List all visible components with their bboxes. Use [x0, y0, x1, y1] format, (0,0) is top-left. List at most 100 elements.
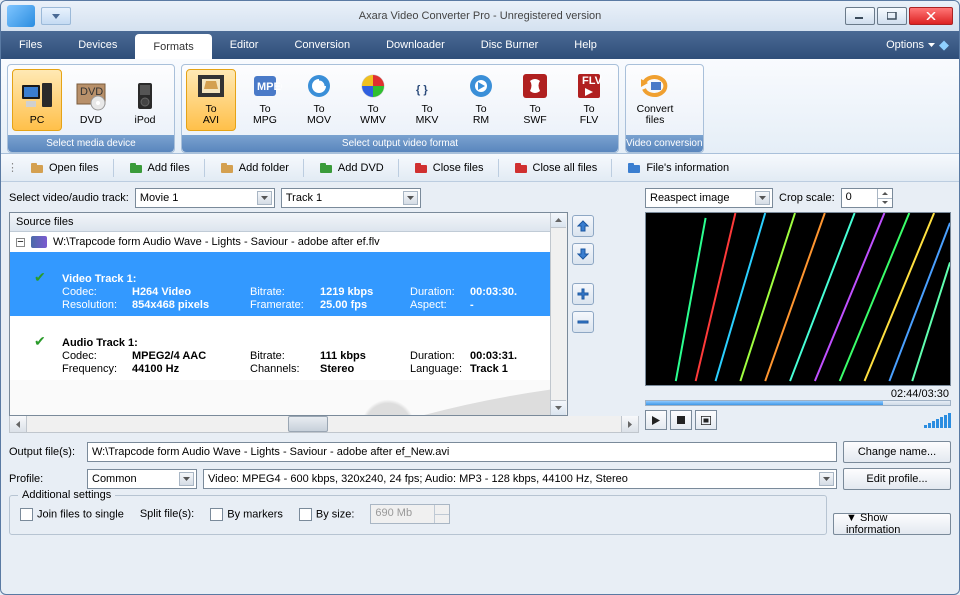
fullscreen-button[interactable]	[695, 410, 717, 430]
ribbon-to-mpg[interactable]: MPEGToMPG	[240, 69, 290, 131]
toolbar-file-s-information[interactable]: File's information	[619, 156, 736, 180]
scroll-left-button[interactable]	[10, 416, 27, 432]
add-button[interactable]	[572, 283, 594, 305]
file-row[interactable]: − W:\Trapcode form Audio Wave - Lights -…	[10, 232, 550, 252]
ribbon-to-mkv[interactable]: { }ToMKV	[402, 69, 452, 131]
vscroll-track[interactable]	[551, 228, 567, 400]
toolbar-icon	[626, 160, 642, 176]
convert-files-icon	[637, 70, 673, 102]
remove-button[interactable]	[572, 311, 594, 333]
menu-conversion[interactable]: Conversion	[276, 31, 368, 59]
minimize-button[interactable]	[845, 7, 875, 25]
crop-label: Crop scale:	[779, 192, 835, 204]
check-icon: ✔	[34, 333, 132, 350]
join-files-checkbox[interactable]: Join files to single	[20, 508, 124, 521]
ribbon-to-rm[interactable]: ToRM	[456, 69, 506, 131]
profile-desc-select[interactable]: Video: MPEG4 - 600 kbps, 320x240, 24 fps…	[203, 469, 837, 489]
toolbar-icon	[219, 160, 235, 176]
menu-disc-burner[interactable]: Disc Burner	[463, 31, 556, 59]
output-file-input[interactable]: W:\Trapcode form Audio Wave - Lights - S…	[87, 442, 837, 462]
scroll-thumb[interactable]	[288, 416, 328, 432]
size-value: 690 Mb	[371, 505, 434, 523]
ribbon-convert-files[interactable]: Convertfiles	[630, 69, 680, 131]
ribbon-dvd[interactable]: DVDDVD	[66, 69, 116, 131]
to-mpg-icon: MPEG	[247, 70, 283, 102]
menu-files[interactable]: Files	[1, 31, 60, 59]
ribbon-group-footer: Select media device	[8, 135, 174, 152]
split-label: Split file(s):	[140, 508, 194, 520]
movie-select[interactable]: Movie 1	[135, 188, 275, 208]
volume-indicator[interactable]	[924, 413, 951, 428]
audio-track-block[interactable]: ✔ Audio Track 1: Codec:MPEG2/4 AAC Bitra…	[10, 316, 550, 380]
show-information-button[interactable]: ▼ Show information	[833, 513, 951, 535]
preview-timer: 02:44/03:30	[645, 386, 951, 400]
track-select[interactable]: Track 1	[281, 188, 421, 208]
ribbon-to-wmv[interactable]: ToWMV	[348, 69, 398, 131]
move-up-button[interactable]	[572, 215, 594, 237]
ribbon-to-mov[interactable]: ToMOV	[294, 69, 344, 131]
dvd-icon: DVD	[73, 79, 109, 113]
menu-downloader[interactable]: Downloader	[368, 31, 463, 59]
preview-pane	[645, 212, 951, 386]
stop-button[interactable]	[670, 410, 692, 430]
scroll-up-button[interactable]	[551, 213, 566, 228]
crop-up-button[interactable]	[878, 189, 892, 199]
toolbar-add-folder[interactable]: Add folder	[212, 156, 296, 180]
scroll-right-button[interactable]	[621, 416, 638, 432]
ribbon-to-avi[interactable]: ToAVI	[186, 69, 236, 131]
to-flv-icon: FLV	[571, 70, 607, 102]
app-icon	[7, 5, 35, 27]
reaspect-select[interactable]: Reaspect image	[645, 188, 773, 208]
crop-value[interactable]: 0	[842, 189, 877, 207]
chevron-down-icon	[403, 191, 418, 205]
scroll-down-button[interactable]	[551, 400, 566, 415]
toolbar-close-all-files[interactable]: Close all files	[506, 156, 605, 180]
menu-editor[interactable]: Editor	[212, 31, 277, 59]
ribbon-pc[interactable]: PC	[12, 69, 62, 131]
options-menu[interactable]: Options◆	[886, 31, 959, 59]
ribbon-ipod[interactable]: iPod	[120, 69, 170, 131]
to-rm-icon	[463, 70, 499, 102]
change-name-button[interactable]: Change name...	[843, 441, 951, 463]
filmstrip-bg	[10, 380, 550, 415]
video-track-block[interactable]: ✔ Video Track 1: Codec:H264 Video Bitrat…	[10, 252, 550, 316]
progress-bar[interactable]	[645, 400, 951, 406]
move-down-button[interactable]	[572, 243, 594, 265]
profile-label: Profile:	[9, 473, 81, 485]
collapse-icon[interactable]: −	[16, 238, 25, 247]
svg-text:DVD: DVD	[80, 86, 103, 98]
ribbon-group-footer: Video conversion	[626, 135, 703, 152]
toolbar-icon	[318, 160, 334, 176]
quick-access-dropdown[interactable]	[41, 7, 71, 25]
ipod-icon	[127, 79, 163, 113]
track-select-label: Select video/audio track:	[9, 192, 129, 204]
toolbar-icon	[128, 160, 144, 176]
window-title: Axara Video Converter Pro - Unregistered…	[359, 10, 602, 22]
size-up-button	[435, 505, 449, 515]
ribbon-to-swf[interactable]: ToSWF	[510, 69, 560, 131]
profile-select[interactable]: Common	[87, 469, 197, 489]
chevron-down-icon	[755, 191, 770, 205]
ribbon-group-footer: Select output video format	[182, 135, 618, 152]
maximize-button[interactable]	[877, 7, 907, 25]
menu-help[interactable]: Help	[556, 31, 615, 59]
chevron-down-icon	[819, 472, 834, 486]
crop-down-button[interactable]	[878, 199, 892, 208]
chevron-down-icon	[179, 472, 194, 486]
menu-formats[interactable]: Formats	[135, 34, 211, 59]
film-icon	[31, 236, 47, 248]
ribbon-to-flv[interactable]: FLVToFLV	[564, 69, 614, 131]
toolbar-add-dvd[interactable]: Add DVD	[311, 156, 391, 180]
hscrollbar[interactable]	[9, 416, 639, 433]
to-avi-icon	[193, 70, 229, 102]
toolbar-open-files[interactable]: Open files	[22, 156, 106, 180]
toolbar-close-files[interactable]: Close files	[406, 156, 491, 180]
play-button[interactable]	[645, 410, 667, 430]
menu-devices[interactable]: Devices	[60, 31, 135, 59]
toolbar-add-files[interactable]: Add files	[121, 156, 197, 180]
source-files-header: Source files	[10, 213, 550, 232]
edit-profile-button[interactable]: Edit profile...	[843, 468, 951, 490]
by-markers-checkbox[interactable]: By markers	[210, 508, 283, 521]
by-size-checkbox[interactable]: By size:	[299, 508, 355, 521]
close-button[interactable]	[909, 7, 953, 25]
